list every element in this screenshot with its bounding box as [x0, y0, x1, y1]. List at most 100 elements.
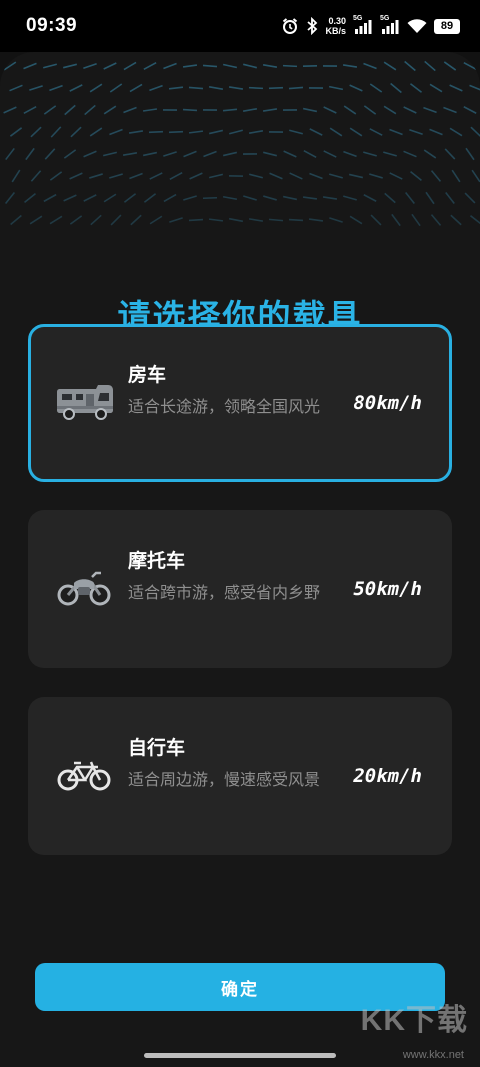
- pattern-dash: [363, 62, 377, 70]
- pattern-dash: [128, 130, 144, 134]
- pattern-dash: [70, 126, 82, 138]
- pattern-dash: [169, 217, 183, 223]
- battery-indicator: 89: [434, 18, 460, 34]
- pattern-dash: [429, 128, 443, 136]
- pattern-dash: [63, 194, 77, 202]
- pattern-dash: [29, 215, 43, 225]
- net-speed-unit: KB/s: [325, 26, 346, 36]
- pattern-dash: [403, 106, 417, 114]
- pattern-dash: [349, 84, 363, 92]
- pattern-dash: [30, 126, 42, 138]
- vehicle-card-bicycle[interactable]: 自行车 适合周边游，慢速感受风景 20km/h: [28, 697, 452, 855]
- vehicle-name: 摩托车: [128, 550, 186, 572]
- pattern-dash: [183, 195, 197, 201]
- pattern-dash: [383, 105, 397, 115]
- pattern-dash: [169, 171, 183, 181]
- pattern-dash: [369, 83, 383, 93]
- net-speed-value: 0.30: [328, 16, 346, 26]
- pattern-dash: [471, 169, 480, 183]
- pattern-dash: [444, 148, 456, 160]
- pattern-dash: [329, 173, 343, 179]
- pattern-dash: [11, 169, 21, 183]
- pattern-dash: [328, 85, 344, 91]
- pattern-dash: [309, 172, 323, 180]
- vehicle-description: 适合长途游，领略全国风光: [128, 397, 321, 416]
- pattern-dash: [450, 214, 462, 226]
- pattern-dash: [223, 151, 237, 157]
- pattern-dash: [248, 86, 264, 90]
- pattern-dash: [23, 62, 37, 70]
- pattern-dash: [123, 193, 137, 203]
- home-indicator[interactable]: [144, 1053, 336, 1058]
- pattern-dash: [9, 84, 23, 92]
- pattern-dash: [262, 64, 278, 68]
- pattern-dash: [89, 127, 103, 137]
- pattern-dash: [243, 195, 257, 201]
- pattern-dash: [183, 150, 197, 158]
- pattern-dash: [389, 172, 403, 180]
- pattern-dash: [149, 172, 163, 180]
- pattern-dash: [129, 83, 143, 93]
- pattern-dash: [4, 192, 16, 204]
- pattern-dash: [463, 106, 477, 114]
- pattern-dash: [289, 129, 303, 135]
- rv-icon: [56, 381, 114, 425]
- pattern-dash: [449, 127, 463, 137]
- signal-bars-icon: [382, 20, 399, 34]
- pattern-dash: [44, 148, 56, 160]
- pattern-dash: [23, 105, 37, 115]
- pattern-dash: [451, 169, 461, 183]
- pattern-dash: [109, 173, 123, 179]
- pattern-dash: [69, 84, 83, 92]
- pattern-dash: [64, 104, 76, 116]
- pattern-dash: [323, 150, 337, 158]
- vehicle-description: 适合跨市游，感受省内乡野: [128, 583, 321, 602]
- pattern-dash: [222, 108, 238, 112]
- pattern-dash: [3, 61, 17, 71]
- pattern-dash: [143, 61, 157, 71]
- pattern-dash: [148, 130, 164, 134]
- status-icons: 0.30 KB/s 5G 5G 89: [281, 15, 460, 36]
- pattern-dash: [349, 215, 363, 225]
- vehicle-speed: 50km/h: [353, 578, 422, 600]
- pattern-dash: [24, 193, 36, 203]
- pattern-dash: [405, 192, 415, 204]
- vehicle-card-motorcycle[interactable]: 摩托车 适合跨市游，感受省内乡野 50km/h: [28, 510, 452, 668]
- vehicle-name: 房车: [128, 364, 167, 386]
- pattern-dash: [391, 213, 401, 227]
- pattern-dash: [370, 214, 382, 226]
- pattern-dash: [149, 84, 163, 92]
- app-screen: 请选择你的载具 房车 适合长途游，领略全国风光 80km/h 摩托车 适合跨市游…: [0, 52, 480, 1067]
- pattern-dash: [409, 83, 423, 93]
- pattern-dash: [248, 130, 264, 134]
- pattern-dash: [208, 129, 224, 135]
- pattern-dash: [30, 170, 42, 182]
- pattern-dash: [282, 195, 298, 201]
- pattern-dash: [410, 170, 422, 182]
- pattern-dash: [84, 104, 96, 116]
- pattern-dash: [163, 151, 177, 157]
- pattern-dash: [142, 151, 158, 157]
- pattern-dash: [69, 172, 83, 180]
- watermark-logo: KK下载: [360, 1004, 468, 1037]
- pattern-dash: [423, 106, 437, 114]
- net-speed: 0.30 KB/s: [325, 16, 346, 36]
- vehicle-card-rv[interactable]: 房车 适合长途游，领略全国风光 80km/h: [28, 324, 452, 482]
- pattern-dash: [43, 105, 57, 115]
- watermark-url: www.kkx.net: [402, 1049, 464, 1061]
- pattern-dash: [188, 130, 204, 134]
- pattern-dash: [103, 193, 117, 203]
- pattern-dash: [425, 191, 435, 205]
- pattern-dash: [130, 214, 142, 226]
- pattern-dash: [203, 150, 217, 158]
- pattern-dash: [182, 108, 198, 112]
- pattern-dash: [383, 151, 397, 157]
- pattern-dash: [429, 83, 443, 93]
- watermark: KK下载 www.kkx.net: [356, 995, 468, 1063]
- pattern-dash: [322, 196, 338, 200]
- pattern-dash: [443, 61, 457, 71]
- pattern-dash: [363, 151, 377, 157]
- pattern-dash: [209, 173, 223, 179]
- pattern-dash: [83, 63, 97, 69]
- pattern-dash: [268, 218, 284, 222]
